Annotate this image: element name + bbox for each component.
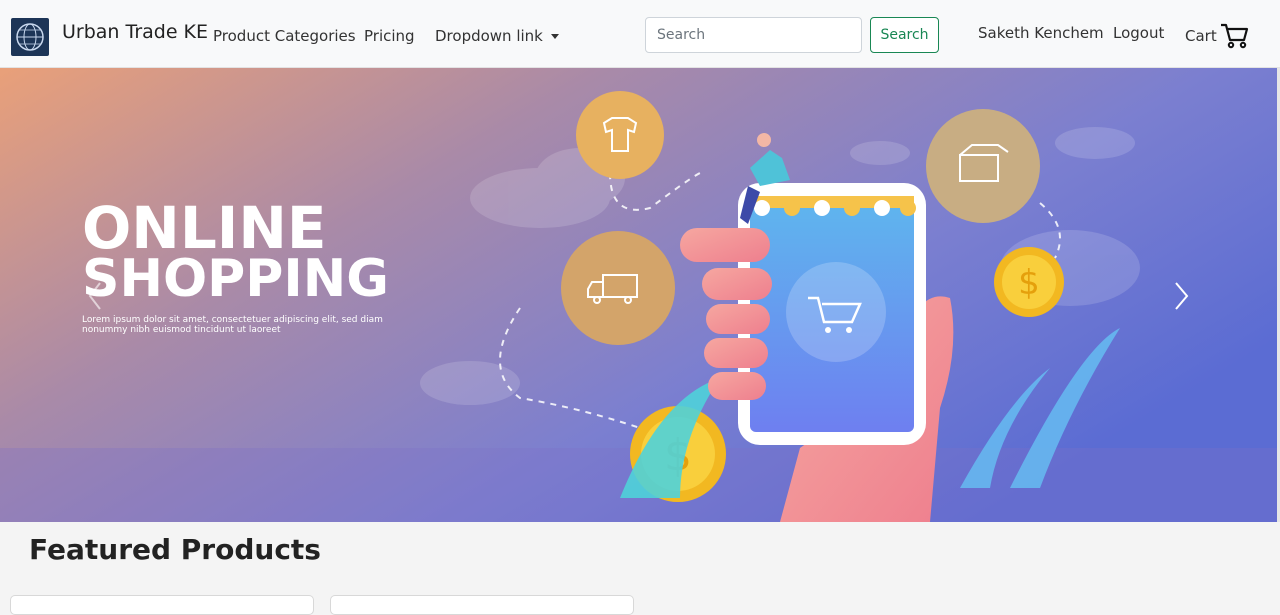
caret-down-icon (550, 34, 559, 39)
box-icon (926, 109, 1040, 223)
hero-headline-line2: SHOPPING (82, 249, 389, 309)
dropdown-link-label: Dropdown link (435, 27, 543, 45)
coin-symbol-right: $ (1018, 263, 1040, 303)
truck-icon (561, 231, 675, 345)
hero-carousel: $ $ (0, 68, 1277, 522)
product-card[interactable] (330, 595, 634, 615)
cart-link[interactable]: Cart (1185, 27, 1217, 45)
featured-products-heading: Featured Products (29, 533, 321, 566)
hero-body-line1: Lorem ipsum dolor sit amet, consectetuer… (82, 315, 383, 325)
cart-label: Cart (1185, 27, 1217, 45)
product-card[interactable] (10, 595, 314, 615)
nav-link-pricing[interactable]: Pricing (364, 27, 415, 45)
nav-link-product-categories[interactable]: Product Categories (213, 27, 356, 45)
brand-logo[interactable] (11, 18, 49, 56)
cart-icon[interactable] (1219, 20, 1249, 50)
search-input[interactable] (645, 17, 862, 53)
logout-link[interactable]: Logout (1113, 24, 1164, 42)
nav-dropdown-link[interactable]: Dropdown link (435, 27, 559, 45)
tshirt-icon (576, 91, 664, 179)
brand-name[interactable]: Urban Trade KE (62, 21, 208, 43)
dollar-coin-right: $ (994, 247, 1064, 317)
user-name-link[interactable]: Saketh Kenchem (978, 24, 1104, 42)
search-button[interactable]: Search (870, 17, 939, 53)
navbar: Urban Trade KE Product Categories Pricin… (0, 0, 1280, 68)
hero-body-line2: nonummy nibh euismod tincidunt ut laoree… (82, 325, 281, 335)
hero-banner-illustration: $ $ (0, 68, 1277, 522)
globe-icon (16, 23, 44, 51)
